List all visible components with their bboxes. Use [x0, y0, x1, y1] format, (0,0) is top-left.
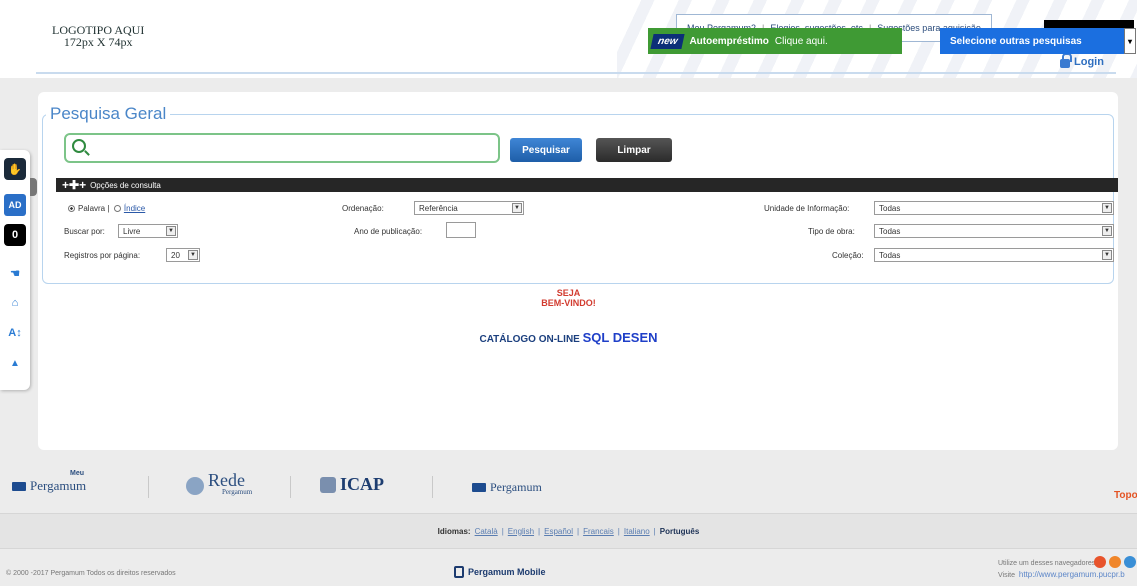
lock-icon — [1060, 53, 1072, 68]
lang-english[interactable]: English — [508, 527, 534, 536]
other-searches-select[interactable]: Selecione outras pesquisas ▾ — [940, 28, 1136, 54]
lang-portugues: Português — [659, 526, 700, 536]
sign-language-icon[interactable]: ☚ — [4, 262, 26, 284]
search-options-label: Opções de consulta — [90, 180, 161, 190]
radio-palavra-label: Palavra — [78, 204, 106, 213]
header-divider — [36, 72, 1116, 74]
colecao-label: Coleção: — [832, 251, 864, 260]
welcome-text: SEJA BEM-VINDO! — [541, 288, 596, 308]
radio-palavra[interactable] — [68, 205, 75, 213]
ano-input[interactable] — [446, 222, 476, 238]
pergamum-logo[interactable]: Pergamum — [472, 480, 542, 495]
radio-indice-label: Índice — [123, 204, 146, 213]
hand-icon[interactable]: ✋ — [4, 158, 26, 180]
browser-icons — [1094, 556, 1136, 568]
self-loan-text: Clique aqui. — [774, 35, 828, 47]
icap-logo[interactable]: ICAP — [320, 474, 384, 495]
self-loan-button[interactable]: new Autoempréstimo Clique aqui. — [648, 28, 902, 54]
chevron-down-icon: ▼ — [1102, 203, 1112, 213]
books-icon — [472, 483, 486, 492]
chevron-down-icon: ▼ — [188, 250, 198, 260]
logo-placeholder: LOGOTIPO AQUI 172px X 74px — [52, 24, 144, 48]
chrome-icon[interactable] — [1094, 556, 1106, 568]
radio-indice[interactable] — [113, 205, 121, 213]
registros-label: Registros por página: — [64, 251, 141, 260]
shield-icon — [320, 476, 336, 493]
registros-select[interactable]: 20 ▼ — [166, 248, 200, 262]
search-button[interactable]: Pesquisar — [510, 138, 582, 162]
clear-button[interactable]: Limpar — [596, 138, 672, 162]
lang-italiano[interactable]: Italiano — [624, 527, 650, 536]
contrast-icon[interactable]: 0 — [4, 224, 26, 246]
up-arrow-icon[interactable]: ▲ — [4, 352, 26, 374]
globe-icon — [186, 477, 204, 495]
mobile-link[interactable]: Pergamum Mobile — [454, 566, 546, 578]
chevron-down-icon: ▼ — [166, 226, 176, 236]
ordenacao-label: Ordenação: — [342, 204, 384, 213]
ie-icon[interactable] — [1124, 556, 1136, 568]
books-icon — [12, 481, 26, 491]
lang-espanol[interactable]: Español — [544, 527, 573, 536]
rede-pergamum-logo[interactable]: Rede Pergamum — [186, 471, 252, 498]
login-label: Login — [1074, 56, 1104, 68]
copyright: © 2000 -2017 Pergamum Todos os direitos … — [6, 570, 176, 577]
site-link[interactable]: http://www.pergamum.pucpr.b — [1019, 570, 1125, 579]
buscar-select[interactable]: Livre ▼ — [118, 224, 178, 238]
chevron-down-icon: ▼ — [512, 203, 522, 213]
tipo-label: Tipo de obra: — [808, 227, 855, 236]
search-mode-radios: Palavra | Índice — [68, 204, 145, 213]
login-link[interactable]: Login — [1060, 53, 1104, 68]
search-input[interactable] — [92, 139, 492, 159]
other-searches-label: Selecione outras pesquisas — [950, 35, 1082, 47]
colecao-select[interactable]: Todas ▼ — [874, 248, 1114, 262]
lang-francais[interactable]: Francais — [583, 527, 614, 536]
chevron-down-icon: ▾ — [1124, 28, 1136, 54]
catalog-title: CATÁLOGO ON-LINE SQL DESEN — [479, 330, 658, 345]
meu-pergamum-logo[interactable]: Meu Pergamum — [12, 470, 86, 494]
self-loan-label: Autoempréstimo — [689, 35, 769, 47]
language-bar: Idiomas: Català | English | Español | Franc… — [0, 513, 1137, 549]
search-icon — [72, 139, 86, 153]
search-options-toggle[interactable]: +✚+ Opções de consulta — [56, 178, 1118, 192]
tipo-select[interactable]: Todas ▼ — [874, 224, 1114, 238]
page-title: Pesquisa Geral — [46, 104, 171, 124]
ordenacao-select[interactable]: Referência ▼ — [414, 201, 524, 215]
logo-line-2: 172px X 74px — [63, 35, 133, 49]
firefox-icon[interactable] — [1109, 556, 1121, 568]
languages-label: Idiomas: — [437, 526, 471, 536]
chevron-down-icon: ▼ — [1102, 250, 1112, 260]
accessibility-toggle[interactable] — [30, 178, 37, 196]
lang-catala[interactable]: Català — [475, 527, 498, 536]
new-badge: new — [650, 33, 686, 49]
accessibility-bar: ✋ AD 0 ☚ ⌂ A↕ ▲ — [0, 150, 30, 390]
top-link[interactable]: Topo — [1114, 490, 1137, 501]
search-box — [64, 133, 500, 163]
plus-icon: +✚+ — [62, 178, 87, 192]
chevron-down-icon: ▼ — [1102, 226, 1112, 236]
mobile-icon — [454, 566, 464, 578]
unidade-select[interactable]: Todas ▼ — [874, 201, 1114, 215]
buscar-label: Buscar por: — [64, 227, 105, 236]
ano-label: Ano de publicação: — [354, 227, 423, 236]
audio-description-icon[interactable]: AD — [4, 194, 26, 216]
unidade-label: Unidade de Informação: — [764, 204, 850, 213]
